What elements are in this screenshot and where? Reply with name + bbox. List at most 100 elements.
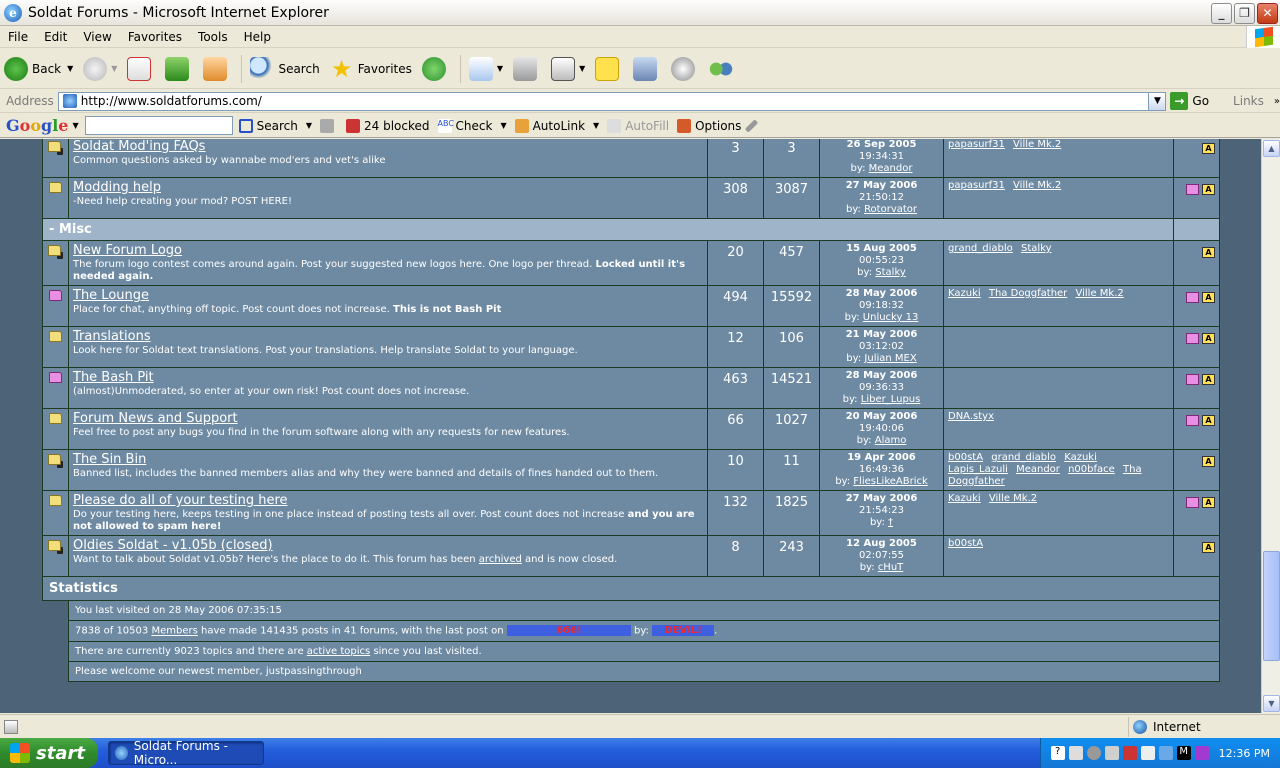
forum-name-link[interactable]: Soldat Mod'ing FAQs bbox=[73, 139, 703, 154]
refresh-button[interactable] bbox=[161, 52, 197, 86]
forum-name-link[interactable]: New Forum Logo bbox=[73, 243, 703, 258]
home-button[interactable] bbox=[199, 52, 235, 86]
camera-icon[interactable] bbox=[1104, 746, 1119, 760]
edit-button[interactable]: ▼ bbox=[547, 52, 589, 86]
moderator-link[interactable]: grand_diablo bbox=[948, 243, 1013, 254]
moderator-link[interactable]: DNA.styx bbox=[948, 411, 994, 422]
last-poster-link[interactable]: Julian MEX bbox=[864, 353, 916, 364]
forum-name-link[interactable]: Translations bbox=[73, 329, 703, 344]
moderator-link[interactable]: grand_diablo bbox=[991, 452, 1056, 463]
mail-dropdown-icon[interactable]: ▼ bbox=[497, 64, 503, 73]
stop-button[interactable] bbox=[123, 52, 159, 86]
announcement-icon[interactable]: A bbox=[1202, 455, 1215, 467]
forum-name-link[interactable]: The Bash Pit bbox=[73, 370, 703, 385]
notes-button[interactable] bbox=[591, 52, 627, 86]
announcement-icon[interactable]: A bbox=[1202, 332, 1215, 344]
moderator-link[interactable]: Tha Doggfather bbox=[989, 288, 1067, 299]
search-button[interactable]: Search bbox=[246, 52, 323, 86]
scroll-thumb[interactable] bbox=[1263, 551, 1280, 661]
moderator-link[interactable]: n00bface bbox=[1068, 464, 1115, 475]
announcement-icon[interactable]: A bbox=[1202, 183, 1215, 195]
minimize-button[interactable]: _ bbox=[1211, 3, 1232, 24]
menu-file[interactable]: File bbox=[0, 30, 36, 44]
last-post-link[interactable]: 666! bbox=[506, 625, 631, 636]
favorites-button[interactable]: ★ Favorites bbox=[326, 52, 416, 86]
announcement-icon[interactable]: A bbox=[1202, 373, 1215, 385]
forum-name-link[interactable]: The Lounge bbox=[73, 288, 703, 303]
google-search-dropdown-icon[interactable]: ▼ bbox=[306, 121, 312, 130]
last-poster-link[interactable]: Stalky bbox=[875, 267, 906, 278]
forward-button[interactable]: ▼ bbox=[79, 52, 121, 86]
members-link[interactable]: Members bbox=[151, 626, 197, 637]
menu-help[interactable]: Help bbox=[236, 30, 279, 44]
last-poster-link[interactable]: DEVIL! bbox=[652, 625, 715, 636]
autolink-dropdown-icon[interactable]: ▼ bbox=[593, 121, 599, 130]
shield-icon[interactable] bbox=[1122, 746, 1137, 760]
announcement-icon[interactable]: A bbox=[1202, 246, 1215, 258]
spellcheck-button[interactable]: ABC Check ▼ bbox=[437, 118, 507, 133]
new-posts-icon[interactable] bbox=[1186, 291, 1199, 303]
back-button[interactable]: Back ▼ bbox=[0, 52, 77, 86]
moderator-link[interactable]: Ville Mk.2 bbox=[1075, 288, 1123, 299]
monitor-icon[interactable] bbox=[1140, 746, 1155, 760]
history-button[interactable] bbox=[418, 52, 454, 86]
forum-name-link[interactable]: Please do all of your testing here bbox=[73, 493, 703, 508]
back-circle-icon[interactable] bbox=[1086, 746, 1101, 760]
print-button[interactable] bbox=[509, 52, 545, 86]
announcement-icon[interactable]: A bbox=[1202, 414, 1215, 426]
edit-dropdown-icon[interactable]: ▼ bbox=[579, 64, 585, 73]
forum-name-link[interactable]: Oldies Soldat - v1.05b (closed) bbox=[73, 538, 703, 553]
contacts-button[interactable] bbox=[705, 52, 741, 86]
autofill-button[interactable]: AutoFill bbox=[607, 118, 669, 133]
new-posts-icon[interactable] bbox=[1186, 183, 1199, 195]
moderator-link[interactable]: Lapis_Lazuli bbox=[948, 464, 1008, 475]
go-button[interactable]: → Go bbox=[1170, 92, 1209, 110]
autolink-button[interactable]: AutoLink ▼ bbox=[514, 118, 599, 133]
messenger-tray-icon[interactable] bbox=[1194, 746, 1209, 760]
messenger-button[interactable] bbox=[667, 52, 703, 86]
menu-edit[interactable]: Edit bbox=[36, 30, 75, 44]
moderator-link[interactable]: Stalky bbox=[1021, 243, 1052, 254]
announcement-icon[interactable]: A bbox=[1202, 496, 1215, 508]
volume-icon[interactable] bbox=[1158, 746, 1173, 760]
announcement-icon[interactable]: A bbox=[1202, 541, 1215, 553]
clock[interactable]: 12:36 PM bbox=[1219, 747, 1270, 760]
forum-name-link[interactable]: The Sin Bin bbox=[73, 452, 703, 467]
new-posts-icon[interactable] bbox=[1186, 414, 1199, 426]
forum-name-link[interactable]: Modding help bbox=[73, 180, 703, 195]
vertical-scrollbar[interactable]: ▲ ▼ bbox=[1261, 139, 1280, 713]
announcement-icon[interactable]: A bbox=[1202, 291, 1215, 303]
active-topics-link[interactable]: active topics bbox=[307, 646, 370, 657]
window-titlebar[interactable]: e Soldat Forums - Microsoft Internet Exp… bbox=[0, 0, 1280, 26]
forward-dropdown-icon[interactable]: ▼ bbox=[111, 64, 117, 73]
moderator-link[interactable]: b00stA bbox=[948, 452, 983, 463]
last-poster-link[interactable]: Liber_Lupus bbox=[861, 394, 921, 405]
forum-name-link[interactable]: Forum News and Support bbox=[73, 411, 703, 426]
menu-favorites[interactable]: Favorites bbox=[120, 30, 190, 44]
last-poster-link[interactable]: cHuT bbox=[878, 562, 903, 573]
moderator-link[interactable]: Kazuki bbox=[1064, 452, 1097, 463]
research-button[interactable] bbox=[629, 52, 665, 86]
links-chevron-icon[interactable]: » bbox=[1274, 96, 1280, 107]
scroll-up-button[interactable]: ▲ bbox=[1263, 140, 1280, 157]
close-button[interactable]: ✕ bbox=[1257, 3, 1278, 24]
start-button[interactable]: start bbox=[0, 738, 98, 768]
announcement-icon[interactable]: A bbox=[1202, 142, 1215, 154]
google-search-button[interactable]: Search ▼ bbox=[238, 118, 312, 133]
menu-tools[interactable]: Tools bbox=[190, 30, 236, 44]
back-dropdown-icon[interactable]: ▼ bbox=[67, 64, 73, 73]
mail-button[interactable]: ▼ bbox=[465, 52, 507, 86]
links-label[interactable]: Links bbox=[1233, 94, 1264, 108]
scroll-down-button[interactable]: ▼ bbox=[1263, 695, 1280, 712]
moderator-link[interactable]: papasurf31 bbox=[948, 180, 1005, 191]
google-news-button[interactable] bbox=[320, 118, 338, 133]
moderator-link[interactable]: Meandor bbox=[1016, 464, 1060, 475]
menu-view[interactable]: View bbox=[75, 30, 119, 44]
moderator-link[interactable]: b00stA bbox=[948, 538, 983, 549]
moderator-link[interactable]: Ville Mk.2 bbox=[1013, 139, 1061, 150]
check-dropdown-icon[interactable]: ▼ bbox=[500, 121, 506, 130]
taskbar-item-ie[interactable]: Soldat Forums - Micro... bbox=[108, 739, 264, 767]
new-posts-icon[interactable] bbox=[1186, 332, 1199, 344]
maximize-button[interactable]: ❐ bbox=[1234, 3, 1255, 24]
moderator-link[interactable]: Ville Mk.2 bbox=[989, 493, 1037, 504]
